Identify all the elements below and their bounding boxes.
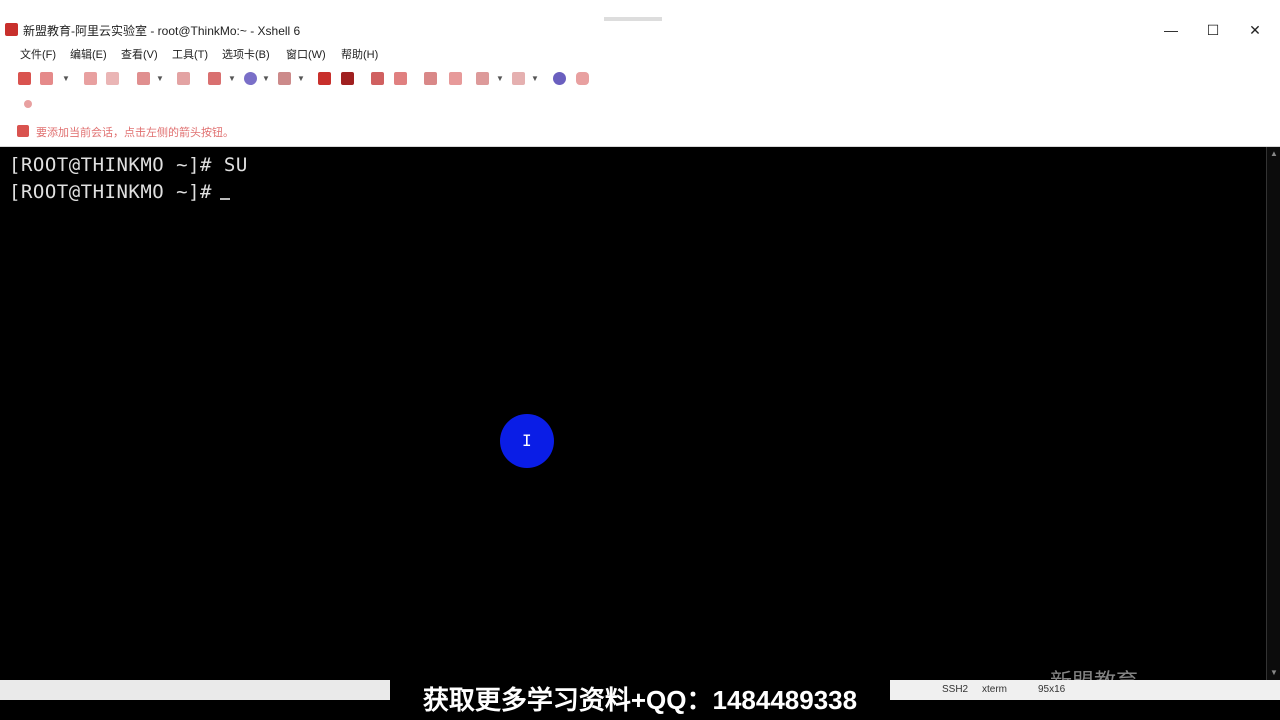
menu-tools[interactable]: 工具(T) <box>172 46 208 62</box>
lock-icon[interactable] <box>341 72 354 85</box>
chevron-down-icon[interactable]: ▼ <box>228 74 236 83</box>
menu-help[interactable]: 帮助(H) <box>341 46 378 62</box>
transfer-icon[interactable] <box>208 72 221 85</box>
status-bar-left <box>0 680 390 700</box>
open-icon[interactable] <box>40 72 53 85</box>
menu-window[interactable]: 窗口(W) <box>286 46 326 62</box>
ibeam-cursor-icon: I <box>522 431 532 450</box>
tile-icon[interactable] <box>512 72 525 85</box>
xshell-app-icon[interactable] <box>5 23 18 36</box>
title-bar: 新盟教育-阿里云实验室 - root@ThinkMo:~ - Xshell 6 … <box>0 0 1280 42</box>
chevron-down-icon[interactable]: ▼ <box>496 74 504 83</box>
status-protocol: SSH2 <box>942 684 969 695</box>
terminal-line-text: [ROOT@THINKMO ~]# SU <box>9 154 248 176</box>
reconnect-icon[interactable] <box>84 72 97 85</box>
address-icon <box>24 100 32 108</box>
status-size: 95x16 <box>1038 684 1066 695</box>
address-bar[interactable]: ▶ <box>0 94 1280 201</box>
keyboard-icon[interactable] <box>394 72 407 85</box>
drag-handle[interactable] <box>604 17 662 21</box>
info-icon <box>17 125 29 137</box>
maximize-button[interactable]: ☐ <box>1199 20 1227 40</box>
globe-icon[interactable] <box>244 72 257 85</box>
scroll-down-icon[interactable]: ▼ <box>1267 666 1280 680</box>
chevron-down-icon[interactable]: ▼ <box>62 74 70 83</box>
scroll-up-icon[interactable]: ▲ <box>1267 147 1280 161</box>
window-title: 新盟教育-阿里云实验室 - root@ThinkMo:~ - Xshell 6 <box>23 24 301 38</box>
find-icon[interactable] <box>177 72 190 85</box>
properties-icon[interactable] <box>137 72 150 85</box>
bottom-strip <box>0 700 390 720</box>
chevron-down-icon[interactable]: ▼ <box>156 74 164 83</box>
xshell-window: 新盟教育-阿里云实验室 - root@ThinkMo:~ - Xshell 6 … <box>0 0 1280 720</box>
terminal-line-text: [ROOT@THINKMO ~]# <box>9 181 212 203</box>
chat-icon[interactable] <box>576 72 589 85</box>
chevron-down-icon[interactable]: ▼ <box>297 74 305 83</box>
menu-view[interactable]: 查看(V) <box>121 46 158 62</box>
terminal-line: [ROOT@THINKMO ~]# <box>9 181 230 203</box>
script-icon[interactable] <box>278 72 291 85</box>
fullscreen-icon[interactable] <box>371 72 384 85</box>
text-cursor <box>219 198 230 200</box>
chevron-down-icon[interactable]: ▼ <box>531 74 539 83</box>
menu-bar: 文件(F) 编辑(E) 查看(V) 工具(T) 选项卡(B) 窗口(W) 帮助(… <box>0 42 1280 64</box>
vertical-scrollbar[interactable]: ▲ ▼ <box>1266 147 1280 680</box>
help-icon[interactable] <box>553 72 566 85</box>
minimize-button[interactable]: — <box>1157 20 1185 40</box>
layout-icon[interactable] <box>476 72 489 85</box>
chevron-down-icon[interactable]: ▼ <box>262 74 270 83</box>
menu-file[interactable]: 文件(F) <box>20 46 56 62</box>
terminal-line: [ROOT@THINKMO ~]# SU <box>9 154 248 176</box>
menu-tab[interactable]: 选项卡(B) <box>222 46 270 62</box>
pen-icon[interactable] <box>449 72 462 85</box>
compose-icon[interactable] <box>424 72 437 85</box>
promo-banner: 获取更多学习资料+QQ：1484489338 <box>390 680 890 720</box>
color-icon[interactable] <box>318 72 331 85</box>
disconnect-icon[interactable] <box>106 72 119 85</box>
bottom-strip <box>890 700 1280 720</box>
status-terminal-type: xterm <box>982 684 1007 695</box>
new-session-icon[interactable] <box>18 72 31 85</box>
menu-edit[interactable]: 编辑(E) <box>70 46 107 62</box>
close-button[interactable]: ✕ <box>1241 20 1269 40</box>
terminal-area[interactable]: [ROOT@THINKMO ~]# SU [ROOT@THINKMO ~]# <box>0 147 1266 680</box>
notice-text: 要添加当前会话，点击左侧的箭头按钮。 <box>36 127 234 139</box>
toolbar: ▼ ▼ ▼ ▼ ▼ ▼ ▼ <box>0 64 1280 95</box>
notice-bar: 要添加当前会话，点击左侧的箭头按钮。 <box>0 116 1280 147</box>
